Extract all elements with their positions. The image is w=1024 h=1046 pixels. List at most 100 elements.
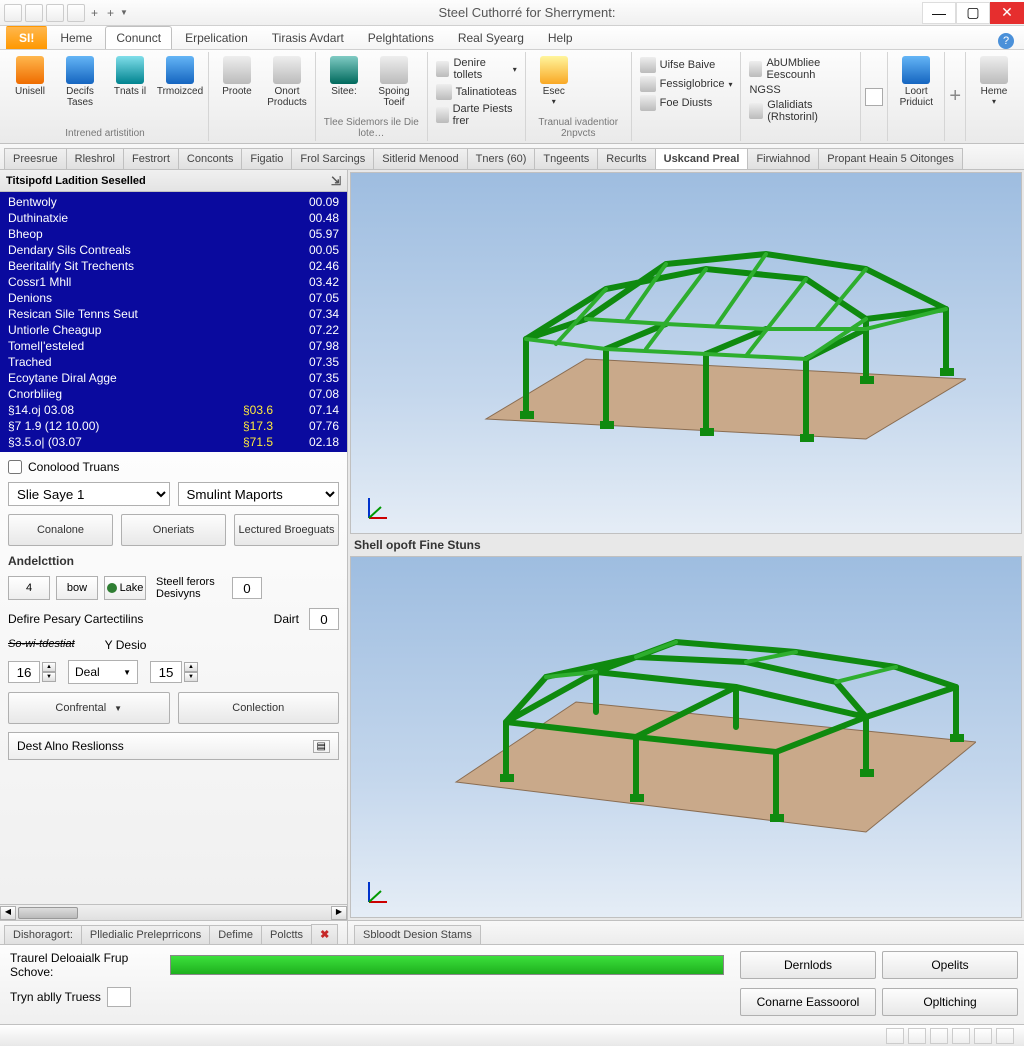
conarne-button[interactable]: Conarne Eassoorol bbox=[740, 988, 876, 1016]
mini-lake[interactable]: Lake bbox=[104, 576, 146, 600]
slie-select[interactable]: Slie Saye 1 bbox=[8, 482, 170, 506]
qat-icon-1[interactable] bbox=[4, 4, 22, 22]
scroll-right-icon[interactable]: ▶ bbox=[331, 906, 347, 920]
vtab-0[interactable]: Sbloodt Desion Stams bbox=[354, 925, 481, 944]
list-row[interactable]: Resican Sile Tenns Seut07.34 bbox=[0, 306, 347, 322]
rb-denire[interactable]: Denire tollets▾ bbox=[434, 56, 519, 82]
btab-red[interactable]: ✖ bbox=[311, 924, 338, 944]
list-row[interactable]: Beeritalify Sit Trechents02.46 bbox=[0, 258, 347, 274]
list-row[interactable]: Cnorbliieg07.08 bbox=[0, 386, 347, 402]
qat-icon-4[interactable] bbox=[67, 4, 85, 22]
doc-tab-9[interactable]: Recurlts bbox=[597, 148, 655, 169]
doc-tab-5[interactable]: Frol Sarcings bbox=[291, 148, 374, 169]
expand-icon[interactable]: ▤ bbox=[313, 740, 330, 753]
list-row[interactable]: Bheop05.97 bbox=[0, 226, 347, 242]
scroll-thumb[interactable] bbox=[18, 907, 78, 919]
list-row[interactable]: §3.5.o| (03.07§71.502.18 bbox=[0, 434, 347, 450]
list-row[interactable]: Cossr1 Mhll03.42 bbox=[0, 274, 347, 290]
list-row[interactable]: Trached07.35 bbox=[0, 354, 347, 370]
list-row[interactable]: §7 1.9 (12 10.00)§17.307.76 bbox=[0, 418, 347, 434]
qat-dropdown-icon[interactable]: ▼ bbox=[120, 8, 128, 17]
btab-0[interactable]: Dishoragort: bbox=[4, 925, 82, 944]
btab-1[interactable]: Plledialic Preleprricons bbox=[81, 925, 210, 944]
footer-btn-5[interactable] bbox=[974, 1028, 992, 1044]
ribbon-tab-5[interactable]: Real Syearg bbox=[447, 26, 535, 49]
spin-1[interactable]: ▲▼ bbox=[8, 661, 56, 683]
mini-4[interactable]: 4 bbox=[8, 576, 50, 600]
rb-abumb[interactable]: AbUMbliee Eescounh bbox=[747, 56, 854, 82]
confrental-button[interactable]: Confrental▼ bbox=[8, 692, 170, 724]
rb-esec[interactable]: Esec▾ bbox=[530, 54, 578, 116]
rb-proote[interactable]: Proote bbox=[213, 54, 261, 127]
3d-view-top[interactable] bbox=[350, 172, 1022, 534]
rb-glali[interactable]: Glalidiats (Rhstorinl) bbox=[747, 98, 854, 124]
rb-sitee[interactable]: Sitee: bbox=[320, 54, 368, 116]
doc-tab-8[interactable]: Tngeents bbox=[534, 148, 598, 169]
maximize-button[interactable]: ▢ bbox=[956, 2, 990, 24]
list-row[interactable]: §14.oj 03.08§03.607.14 bbox=[0, 402, 347, 418]
dart-input[interactable] bbox=[309, 608, 339, 630]
rb-spoing[interactable]: SpoingToeif bbox=[370, 54, 418, 116]
rb-tnats[interactable]: Tnats il bbox=[106, 54, 154, 127]
doc-tab-10[interactable]: Uskcand Preal bbox=[655, 148, 749, 169]
left-h-scrollbar[interactable]: ◀ ▶ bbox=[0, 904, 347, 920]
rb-uifse[interactable]: Uifse Baive bbox=[638, 56, 735, 74]
rb-foe[interactable]: Foe Diusts bbox=[638, 94, 735, 112]
list-row[interactable]: Tomel|'esteled07.98 bbox=[0, 338, 347, 354]
ribbon-tab-2[interactable]: Erpelication bbox=[174, 26, 259, 49]
smulint-select[interactable]: Smulint Maports bbox=[178, 482, 340, 506]
scroll-left-icon[interactable]: ◀ bbox=[0, 906, 16, 920]
doc-tab-2[interactable]: Festrort bbox=[123, 148, 179, 169]
doc-tab-6[interactable]: Sitlerid Menood bbox=[373, 148, 467, 169]
doc-tab-3[interactable]: Conconts bbox=[178, 148, 242, 169]
close-button[interactable]: ✕ bbox=[990, 2, 1024, 24]
qat-plus-2[interactable]: + bbox=[104, 6, 117, 20]
rb-loort[interactable]: LoortPriduict bbox=[892, 54, 940, 139]
lectured-button[interactable]: Lectured Broeguats bbox=[234, 514, 339, 546]
doc-tab-7[interactable]: Tners (60) bbox=[467, 148, 536, 169]
list-row[interactable]: Denions07.05 bbox=[0, 290, 347, 306]
qat-icon-3[interactable] bbox=[46, 4, 64, 22]
ribbon-tab-help[interactable]: Help bbox=[537, 26, 584, 49]
try-input[interactable] bbox=[107, 987, 131, 1007]
spin-2[interactable]: ▲▼ bbox=[150, 661, 198, 683]
rb-darte[interactable]: Darte Piests frer bbox=[434, 102, 519, 128]
ribbon-tab-4[interactable]: Pelghtations bbox=[357, 26, 445, 49]
rb-talina[interactable]: Talinatioteas bbox=[434, 83, 519, 101]
list-row[interactable]: Duthinatxie00.48 bbox=[0, 210, 347, 226]
footer-btn-2[interactable] bbox=[908, 1028, 926, 1044]
mini-bow[interactable]: bow bbox=[56, 576, 98, 600]
3d-view-bottom[interactable] bbox=[350, 556, 1022, 918]
conlection-button[interactable]: Conlection bbox=[178, 692, 340, 724]
conalone-button[interactable]: Conalone bbox=[8, 514, 113, 546]
doc-tab-1[interactable]: Rleshrol bbox=[66, 148, 124, 169]
opltiching-button[interactable]: Opltiching bbox=[882, 988, 1018, 1016]
ribbon-tab-connect[interactable]: Conunct bbox=[105, 26, 172, 49]
doc-tab-11[interactable]: Firwiahnod bbox=[747, 148, 819, 169]
list-row[interactable]: Bentwoly00.09 bbox=[0, 194, 347, 210]
ribbon-tab-home[interactable]: Heme bbox=[49, 26, 103, 49]
ribbon-tab-3[interactable]: Tirasis Avdart bbox=[261, 26, 355, 49]
ribbon-file-tab[interactable]: SI! bbox=[6, 26, 47, 49]
deal-select[interactable]: Deal▼ bbox=[68, 660, 138, 684]
ribbon-plus-icon[interactable]: + bbox=[949, 85, 961, 108]
rb-onort[interactable]: OnortProducts bbox=[263, 54, 311, 127]
properties-list[interactable]: Bentwoly00.09Duthinatxie00.48Bheop05.97 D… bbox=[0, 192, 347, 452]
rb-decifs[interactable]: DecifsTases bbox=[56, 54, 104, 127]
help-icon[interactable]: ? bbox=[998, 33, 1014, 49]
qat-plus-1[interactable]: + bbox=[88, 6, 101, 20]
pin-icon[interactable]: ⇲ bbox=[331, 174, 341, 188]
rb-ngss[interactable]: NGSS bbox=[747, 83, 854, 97]
conolood-checkbox[interactable] bbox=[8, 460, 22, 474]
rb-trmoizced[interactable]: Trmoizced bbox=[156, 54, 204, 127]
btab-2[interactable]: Defime bbox=[209, 925, 262, 944]
btab-3[interactable]: Polctts bbox=[261, 925, 312, 944]
footer-btn-3[interactable] bbox=[930, 1028, 948, 1044]
rb-fessi[interactable]: Fessiglobrice▾ bbox=[638, 75, 735, 93]
dernlods-button[interactable]: Dernlods bbox=[740, 951, 876, 979]
dest-row[interactable]: Dest Alno Reslionss ▤ bbox=[8, 732, 339, 760]
doc-tab-4[interactable]: Figatio bbox=[241, 148, 292, 169]
rb-heme[interactable]: Heme▾ bbox=[970, 54, 1018, 139]
doc-tab-0[interactable]: Preesrue bbox=[4, 148, 67, 169]
list-row[interactable]: Ecoytane Diral Agge07.35 bbox=[0, 370, 347, 386]
